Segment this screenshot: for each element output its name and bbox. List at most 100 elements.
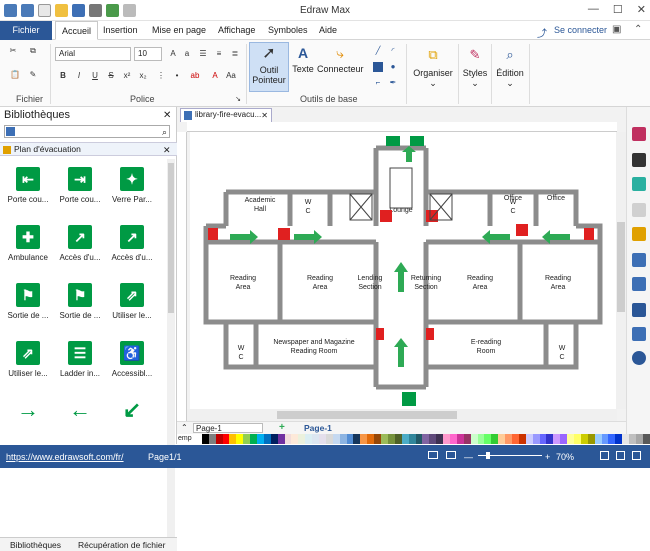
tab-insertion[interactable]: Insertion [97, 21, 144, 40]
library-scrollbar[interactable] [167, 159, 175, 537]
styles-button[interactable]: ✎ Styles ⌄ [461, 42, 489, 100]
palette-swatch[interactable] [305, 434, 313, 444]
palette-swatch[interactable] [250, 434, 258, 444]
library-grid-icon[interactable] [6, 127, 15, 136]
library-shape[interactable]: ✦ Verre Par... [107, 167, 157, 204]
grid-toggle-icon[interactable] [632, 451, 641, 460]
palette-swatch[interactable] [587, 434, 595, 444]
library-search-input[interactable] [4, 125, 170, 138]
library-shape[interactable]: ⇥ Porte cou... [55, 167, 105, 204]
website-link[interactable]: https://www.edrawsoft.com/fr/ [6, 447, 124, 467]
font-color-icon[interactable]: A [210, 71, 220, 81]
page-bar-up-icon[interactable]: ⌃ [181, 423, 188, 432]
share-icon[interactable]: ⤴ [537, 25, 547, 40]
library-shape[interactable]: ☰ Ladder in... [55, 341, 105, 378]
palette-swatch[interactable] [518, 434, 526, 444]
tab-libraries[interactable]: Bibliothèques [10, 540, 61, 550]
signin-link[interactable]: Se connecter [554, 25, 607, 35]
fill-icon[interactable] [632, 127, 646, 141]
palette-swatch[interactable] [374, 434, 382, 444]
tab-file-recovery[interactable]: Récupération de fichier [78, 540, 165, 550]
palette-swatch[interactable] [546, 434, 554, 444]
palette-swatch[interactable] [208, 434, 216, 444]
comment-icon[interactable] [632, 327, 646, 341]
pointer-tool-button[interactable]: ➚ Outil Pointeur [249, 42, 289, 92]
palette-swatch[interactable] [608, 434, 616, 444]
library-shape[interactable]: ↗ Accès d'u... [107, 225, 157, 262]
font-size-select[interactable]: 10 [134, 47, 162, 61]
palette-swatch[interactable] [505, 434, 512, 444]
palette-swatch[interactable] [539, 434, 547, 444]
drawing-page[interactable]: Academic Hall W C Lounge W C Office Office Readin… [190, 132, 616, 412]
palette-swatch[interactable] [511, 434, 519, 444]
palette-swatch[interactable] [325, 434, 333, 444]
library-shape[interactable]: ↗ Accès d'u... [55, 225, 105, 262]
page-selector[interactable]: Page-1 [193, 423, 263, 433]
hyperlink-icon[interactable] [632, 277, 646, 291]
palette-swatch[interactable] [394, 434, 402, 444]
fullscreen-icon[interactable] [600, 451, 609, 460]
palette-swatch[interactable] [422, 434, 430, 444]
ellipse-shape-icon[interactable]: ● [388, 62, 398, 72]
palette-swatch[interactable] [387, 434, 395, 444]
palette-swatch[interactable] [222, 434, 230, 444]
rectangle-shape-icon[interactable] [373, 62, 383, 72]
add-page-button[interactable]: + [279, 422, 285, 433]
tab-accueil[interactable]: Accueil [55, 21, 99, 40]
view-mode-icon[interactable] [428, 451, 438, 459]
bullet-list-icon[interactable]: ☰ [198, 49, 208, 59]
horizontal-scrollbar[interactable] [187, 409, 617, 421]
fit-page-icon[interactable] [446, 451, 456, 459]
palette-swatch[interactable] [277, 434, 285, 444]
copy-icon[interactable]: ⧉ [28, 46, 38, 56]
palette-swatch[interactable] [298, 434, 306, 444]
palette-swatch[interactable] [636, 434, 643, 444]
palette-swatch[interactable] [477, 434, 485, 444]
palette-swatch[interactable] [642, 434, 650, 444]
palette-swatch[interactable] [291, 434, 299, 444]
palette-swatch[interactable] [456, 434, 464, 444]
shadow-icon[interactable] [632, 177, 646, 191]
palette-swatch[interactable] [319, 434, 326, 444]
fit-width-icon[interactable] [616, 451, 625, 460]
library-shape[interactable]: ⇗ Utiliser le... [107, 283, 157, 320]
palette-swatch[interactable] [594, 434, 602, 444]
cut-icon[interactable]: ✂ [8, 46, 18, 56]
palette-swatch[interactable] [629, 434, 636, 444]
library-category-header[interactable]: Plan d'évacuation [0, 142, 177, 156]
numbered-list-icon[interactable]: ⋮ [156, 71, 166, 81]
minimize-button[interactable]: — [588, 3, 599, 16]
font-name-select[interactable]: Arial [55, 47, 131, 61]
page-tab[interactable]: Page-1 [304, 423, 332, 433]
document-icon[interactable] [632, 253, 646, 267]
zoom-slider-thumb[interactable] [486, 452, 490, 459]
palette-swatch[interactable] [580, 434, 588, 444]
palette-swatch[interactable] [201, 434, 209, 444]
collapse-ribbon-icon[interactable]: ⌃ [634, 24, 642, 35]
palette-swatch[interactable] [484, 434, 492, 444]
bullet-icon[interactable]: • [172, 71, 182, 81]
palette-swatch[interactable] [532, 434, 540, 444]
palette-swatch[interactable] [263, 434, 271, 444]
palette-swatch[interactable] [560, 434, 568, 444]
close-button[interactable]: ✕ [637, 3, 646, 16]
organize-button[interactable]: ⧉ Organiser ⌄ [410, 42, 456, 100]
tab-affichage[interactable]: Affichage [212, 21, 261, 40]
palette-swatch[interactable] [622, 434, 630, 444]
palette-swatch[interactable] [449, 434, 457, 444]
tab-aide[interactable]: Aide [313, 21, 343, 40]
grow-font-icon[interactable]: A [168, 49, 178, 59]
zoom-in-icon[interactable]: + [545, 447, 550, 467]
help-icon[interactable] [632, 351, 646, 365]
format-painter-icon[interactable]: ✎ [28, 70, 38, 80]
palette-swatch[interactable] [312, 434, 320, 444]
palette-swatch[interactable] [229, 434, 237, 444]
highlight-icon[interactable]: ab [190, 71, 200, 81]
palette-swatch[interactable] [346, 434, 354, 444]
palette-swatch[interactable] [491, 434, 499, 444]
bold-icon[interactable]: B [58, 71, 68, 81]
zoom-slider[interactable] [478, 452, 542, 459]
arrow-shape-icon[interactable]: ← [60, 397, 100, 423]
palette-swatch[interactable] [567, 434, 574, 444]
palette-swatch[interactable] [436, 434, 444, 444]
